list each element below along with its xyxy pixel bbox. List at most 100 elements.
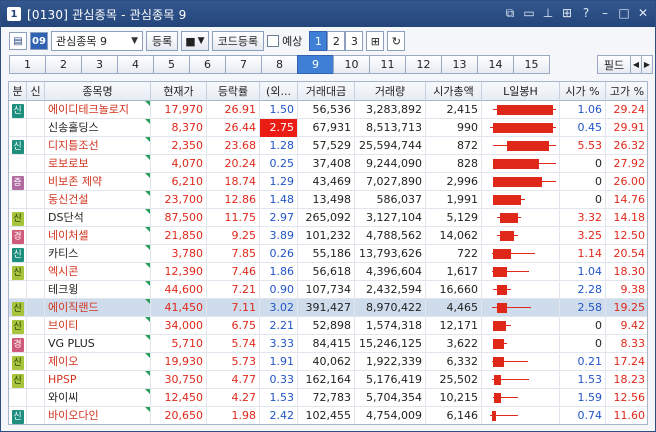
tab-3[interactable]: 3: [81, 55, 118, 74]
tab-9[interactable]: 9: [297, 55, 334, 74]
tab-5[interactable]: 5: [153, 55, 190, 74]
header-col-daily-candle[interactable]: L일봉H: [482, 82, 560, 101]
layout-icon[interactable]: ▤: [9, 32, 27, 50]
help-icon[interactable]: ?: [578, 5, 594, 21]
note-marker-icon: [145, 173, 150, 178]
table-row[interactable]: 신 에이디테크놀로지 17,970 26.91 1.50 56,536 3,283,892 2…: [9, 101, 647, 119]
header-col-category[interactable]: 분: [9, 82, 27, 101]
header-col-name[interactable]: 종목명: [45, 82, 151, 101]
maximize-icon[interactable]: □: [616, 5, 632, 21]
table-row[interactable]: 신 브이티 34,000 6.75 2.21 52,898 1,574,318 12,171 0…: [9, 317, 647, 335]
tab-15[interactable]: 15: [513, 55, 550, 74]
grid-icon[interactable]: ⊞: [559, 5, 575, 21]
table-row[interactable]: 신 디지틀조선 2,350 23.68 1.28 57,529 25,594,744 872 5…: [9, 137, 647, 155]
table-row[interactable]: 신 카티스 3,780 7.85 0.26 55,186 13,793,626 722 1.14…: [9, 245, 647, 263]
page-button-3[interactable]: 3: [345, 31, 364, 51]
category-badge: 신: [11, 140, 24, 154]
menu-button[interactable]: ■ ▼: [181, 31, 209, 51]
stock-name[interactable]: 디지틀조선: [45, 137, 151, 155]
window-icon[interactable]: ▭: [521, 5, 537, 21]
col-cap-cell: 4,465: [426, 299, 482, 317]
table-row[interactable]: 테크윙 44,600 7.21 0.90 107,734 2,432,594 16,660 2…: [9, 281, 647, 299]
stock-name[interactable]: 바이오다인: [45, 407, 151, 424]
page-button-1[interactable]: 1: [309, 31, 328, 51]
header-col-open-pct[interactable]: 시가 %: [560, 82, 606, 101]
table-row[interactable]: 신 엑시콘 12,390 7.46 1.86 56,618 4,396,604 1,617 1.…: [9, 263, 647, 281]
stock-name[interactable]: VG PLUS: [45, 335, 151, 353]
col-high-pct-cell: 27.92: [606, 155, 647, 173]
stock-name[interactable]: 테크윙: [45, 281, 151, 299]
table-row[interactable]: 증 비보존 제약 6,210 18.74 1.29 43,469 7,027,890 2,99…: [9, 173, 647, 191]
forecast-checkbox[interactable]: [267, 35, 280, 47]
code-register-button[interactable]: 코드등록: [211, 31, 265, 51]
page-button-2[interactable]: 2: [327, 31, 346, 51]
category-badge: 신: [11, 374, 24, 388]
table-row[interactable]: 신송홀딩스 8,370 26.44 2.75 67,931 8,513,713 990 0.4…: [9, 119, 647, 137]
col-amount-cell: 13,498: [298, 191, 355, 209]
tab-12[interactable]: 12: [405, 55, 442, 74]
stock-name[interactable]: 네이처셀: [45, 227, 151, 245]
stock-name[interactable]: 에이직랜드: [45, 299, 151, 317]
table-row[interactable]: 경 네이처셀 21,850 9.25 3.89 101,232 4,788,562 14,06…: [9, 227, 647, 245]
col-open-pct-cell: 1.04: [560, 263, 606, 281]
stock-name[interactable]: 와이씨: [45, 389, 151, 407]
tab-13[interactable]: 13: [441, 55, 478, 74]
stock-name[interactable]: 비보존 제약: [45, 173, 151, 191]
stock-name[interactable]: DS단석: [45, 209, 151, 227]
table-row[interactable]: 와이씨 12,450 4.27 1.53 72,783 5,704,354 10,215 1.…: [9, 389, 647, 407]
tab-6[interactable]: 6: [189, 55, 226, 74]
tab-8[interactable]: 8: [261, 55, 298, 74]
tab-1[interactable]: 1: [9, 55, 46, 74]
table-row[interactable]: 로보로보 4,070 20.24 0.25 37,408 9,244,090 828 0 27.…: [9, 155, 647, 173]
minimize-icon[interactable]: –: [597, 5, 613, 21]
stock-name[interactable]: 브이티: [45, 317, 151, 335]
tab-10[interactable]: 10: [333, 55, 370, 74]
stock-name[interactable]: 동신건설: [45, 191, 151, 209]
stock-name[interactable]: 로보로보: [45, 155, 151, 173]
col-open-pct-cell: 0: [560, 155, 606, 173]
tab-next-icon[interactable]: ▶: [641, 55, 653, 74]
header-col-price[interactable]: 현재가: [151, 82, 207, 101]
col-new-cell: [27, 119, 45, 137]
header-col-volume[interactable]: 거래량: [355, 82, 426, 101]
stock-name[interactable]: 신송홀딩스: [45, 119, 151, 137]
header-col-rate[interactable]: 등락률: [207, 82, 260, 101]
expand-icon[interactable]: ⊞: [366, 31, 385, 51]
field-button[interactable]: 필드: [597, 55, 631, 74]
table-row[interactable]: 신 HPSP 30,750 4.77 0.33 162,164 5,176,419 25,50…: [9, 371, 647, 389]
table-row[interactable]: 동신건설 23,700 12.86 1.48 13,498 586,037 1,991 0 14…: [9, 191, 647, 209]
tab-7[interactable]: 7: [225, 55, 262, 74]
header-col-high-pct[interactable]: 고가 %: [606, 82, 647, 101]
group-select[interactable]: 관심종목 9 ▼: [51, 31, 143, 51]
col-daily-candle-cell: [482, 317, 560, 335]
header-col-cap[interactable]: 시가총액: [426, 82, 482, 101]
link-icon[interactable]: ⧉: [502, 5, 518, 21]
tab-4[interactable]: 4: [117, 55, 154, 74]
category-badge: 증: [11, 176, 24, 190]
pin-icon[interactable]: ⊥: [540, 5, 556, 21]
close-icon[interactable]: ✕: [635, 5, 651, 21]
stock-name[interactable]: HPSP: [45, 371, 151, 389]
col-price-cell: 19,930: [151, 353, 207, 371]
tab-2[interactable]: 2: [45, 55, 82, 74]
stock-name[interactable]: 엑시콘: [45, 263, 151, 281]
page-buttons: 1 2 3: [309, 31, 364, 51]
table-row[interactable]: 신 에이직랜드 41,450 7.11 3.02 391,427 8,970,422 4,46…: [9, 299, 647, 317]
stock-name[interactable]: 제이오: [45, 353, 151, 371]
header-col-foreign[interactable]: (외...: [260, 82, 298, 101]
table-row[interactable]: 신 제이오 19,930 5.73 1.91 40,062 1,922,339 6,332 0.…: [9, 353, 647, 371]
group-number-icon[interactable]: 09: [30, 32, 48, 50]
table-row[interactable]: 신 DS단석 87,500 11.75 2.97 265,092 3,127,104 5,12…: [9, 209, 647, 227]
table-row[interactable]: 경 VG PLUS 5,710 5.74 3.33 84,415 15,246,125 3,6…: [9, 335, 647, 353]
register-button[interactable]: 등록: [146, 31, 179, 51]
header-col-new[interactable]: 신: [27, 82, 45, 101]
col-high-pct-cell: 14.18: [606, 209, 647, 227]
refresh-icon[interactable]: ↻: [387, 31, 406, 51]
table-row[interactable]: 신 바이오다인 20,650 1.98 2.42 102,455 4,754,009 6,14…: [9, 407, 647, 424]
col-open-pct-cell: 0: [560, 335, 606, 353]
tab-11[interactable]: 11: [369, 55, 406, 74]
stock-name[interactable]: 카티스: [45, 245, 151, 263]
tab-14[interactable]: 14: [477, 55, 514, 74]
stock-name[interactable]: 에이디테크놀로지: [45, 101, 151, 119]
header-col-amount[interactable]: 거래대금: [298, 82, 355, 101]
